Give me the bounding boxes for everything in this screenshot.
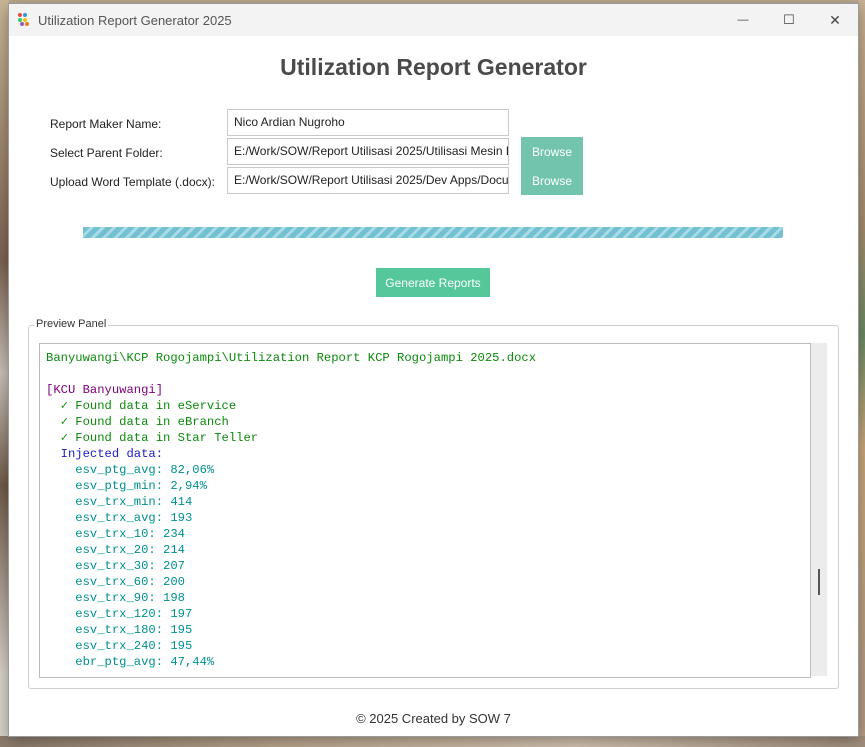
log-lines: Banyuwangi\KCP Rogojampi\Utilization Rep… — [46, 350, 536, 670]
log-line-data: esv_trx_90: 198 — [46, 591, 185, 605]
log-line-branch: [KCU Banyuwangi] — [46, 383, 164, 397]
log-line-inject: Injected data: — [46, 447, 164, 461]
progress-bar — [83, 227, 783, 238]
log-line-data: esv_trx_avg: 193 — [46, 511, 193, 525]
log-line-found: ✓ Found data in Star Teller — [46, 431, 259, 445]
desktop-background-left — [0, 0, 9, 747]
log-line-data: esv_trx_240: 195 — [46, 639, 193, 653]
window-title: Utilization Report Generator 2025 — [38, 13, 232, 28]
title-bar[interactable]: Utilization Report Generator 2025 — ☐ ✕ — [9, 4, 858, 36]
maximize-button[interactable]: ☐ — [766, 4, 812, 36]
log-line-path: Banyuwangi\KCP Rogojampi\Utilization Rep… — [46, 351, 537, 365]
close-icon: ✕ — [829, 11, 841, 28]
log-line-found: ✓ Found data in eService — [46, 399, 237, 413]
log-line-data: esv_ptg_avg: 82,06% — [46, 463, 215, 477]
report-maker-label: Report Maker Name: — [50, 117, 162, 131]
page-title: Utilization Report Generator — [280, 54, 587, 80]
app-window: Utilization Report Generator 2025 — ☐ ✕ … — [9, 4, 858, 736]
log-line-data: esv_trx_60: 200 — [46, 575, 185, 589]
footer-credit: © 2025 Created by SOW 7 — [356, 711, 511, 726]
log-line-data: esv_trx_30: 207 — [46, 559, 185, 573]
app-icon — [18, 13, 31, 26]
browse-template-button[interactable]: Browse — [521, 166, 583, 195]
parent-folder-label: Select Parent Folder: — [50, 146, 163, 160]
word-template-label: Upload Word Template (.docx): — [50, 175, 215, 189]
minimize-button[interactable]: — — [720, 4, 766, 36]
log-line-data: esv_trx_min: 414 — [46, 495, 193, 509]
preview-scrollbar[interactable] — [811, 343, 827, 676]
scrollbar-thumb[interactable] — [818, 569, 820, 595]
log-line-data: esv_trx_120: 197 — [46, 607, 193, 621]
log-line-found: ✓ Found data in eBranch — [46, 415, 229, 429]
report-maker-input[interactable]: Nico Ardian Nugroho — [227, 109, 509, 136]
log-line-data: esv_trx_10: 234 — [46, 527, 185, 541]
desktop-background-bottom — [0, 736, 865, 747]
minimize-icon: — — [737, 14, 749, 26]
log-line-data: esv_trx_180: 195 — [46, 623, 193, 637]
log-line-data: esv_ptg_min: 2,94% — [46, 479, 207, 493]
desktop-background-right — [858, 0, 865, 747]
close-button[interactable]: ✕ — [812, 4, 858, 36]
preview-log[interactable]: Banyuwangi\KCP Rogojampi\Utilization Rep… — [39, 343, 811, 678]
preview-panel-label: Preview Panel — [34, 318, 109, 330]
log-line-data: esv_trx_20: 214 — [46, 543, 185, 557]
parent-folder-input[interactable]: E:/Work/SOW/Report Utilisasi 2025/Utilis… — [227, 138, 509, 165]
log-line-blank — [46, 366, 536, 382]
maximize-icon: ☐ — [783, 12, 795, 27]
word-template-input[interactable]: E:/Work/SOW/Report Utilisasi 2025/Dev Ap… — [227, 167, 509, 194]
generate-reports-button[interactable]: Generate Reports — [376, 268, 490, 297]
log-line-data: ebr_ptg_avg: 47,44% — [46, 655, 215, 669]
browse-folder-button[interactable]: Browse — [521, 137, 583, 166]
